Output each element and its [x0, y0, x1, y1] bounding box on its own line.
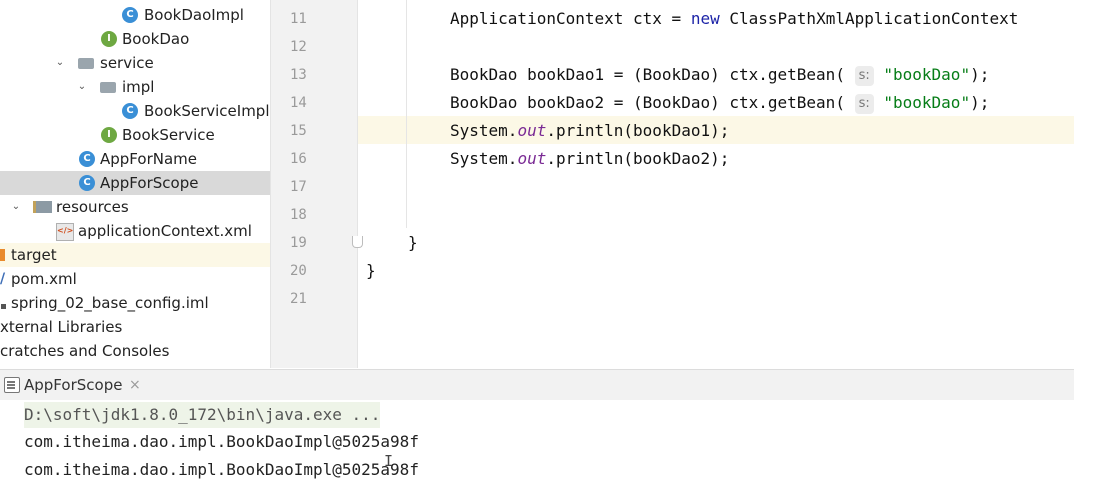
tree-item-label: BookServiceImpl: [144, 102, 270, 120]
console-output-line[interactable]: com.itheima.dao.impl.BookDaoImpl@5025a98…: [24, 457, 419, 483]
line-number: 21: [290, 291, 307, 307]
tree-item-label: impl: [122, 78, 155, 96]
tree-item-applicationcontext-xml[interactable]: </> applicationContext.xml: [0, 219, 270, 243]
static-field: out: [517, 121, 547, 140]
code-text: );: [970, 93, 990, 112]
tree-item-label: AppForName: [100, 150, 197, 168]
tree-item-external-libraries[interactable]: xternal Libraries: [0, 315, 270, 339]
tree-item-label: xternal Libraries: [0, 318, 123, 336]
chevron-down-icon[interactable]: ⌄: [10, 195, 22, 219]
tree-item-label: applicationContext.xml: [78, 222, 252, 240]
maven-icon: /: [0, 271, 6, 287]
code-text: BookDao bookDao1 = (BookDao) ctx.getBean…: [450, 65, 855, 84]
tree-item-label: BookService: [122, 126, 215, 144]
code-line-13[interactable]: BookDao bookDao1 = (BookDao) ctx.getBean…: [450, 61, 989, 89]
xml-file-icon: </>: [56, 223, 74, 241]
code-line-19[interactable]: }: [408, 229, 418, 257]
resources-folder-icon: [33, 201, 52, 213]
console-icon: [4, 377, 20, 393]
code-text: ApplicationContext ctx =: [450, 9, 691, 28]
chevron-down-icon[interactable]: ⌄: [76, 75, 88, 99]
tree-item-pom-xml[interactable]: / pom.xml: [0, 267, 270, 291]
tree-item-label: pom.xml: [11, 270, 77, 288]
text-cursor-icon: I: [384, 452, 394, 470]
tab-label: AppForScope: [24, 376, 123, 394]
runnable-class-icon: C: [79, 151, 95, 167]
line-number: 14: [290, 95, 307, 111]
console-output[interactable]: D:\soft\jdk1.8.0_172\bin\java.exe ... co…: [0, 400, 1074, 492]
interface-icon: I: [101, 31, 117, 47]
tree-item-label: BookDao: [122, 30, 190, 48]
tree-item-label: service: [100, 54, 154, 72]
tree-item-iml[interactable]: spring_02_base_config.iml: [0, 291, 270, 315]
fold-icon[interactable]: [352, 236, 363, 248]
tree-item-label: resources: [56, 198, 129, 216]
folder-icon: [78, 58, 94, 69]
class-icon: C: [122, 103, 138, 119]
string-literal: "bookDao": [883, 65, 971, 84]
tree-item-bookservice[interactable]: I BookService: [0, 123, 270, 147]
code-text: );: [970, 65, 990, 84]
tree-item-service[interactable]: ⌄ service: [0, 51, 270, 75]
code-line-11[interactable]: ApplicationContext ctx = new ClassPathXm…: [450, 5, 1018, 33]
iml-file-icon: [1, 304, 6, 309]
runnable-class-icon: C: [79, 175, 95, 191]
code-line-15[interactable]: System.out.println(bookDao1);: [450, 117, 729, 145]
parameter-hint: s:: [854, 94, 874, 114]
code-line-20[interactable]: }: [366, 257, 376, 285]
indent-guide: [406, 0, 407, 228]
tree-item-label: BookDaoImpl: [144, 6, 244, 24]
project-tree: C BookDaoImpl I BookDao ⌄ service ⌄ impl…: [0, 0, 270, 368]
line-number: 11: [290, 11, 307, 27]
tree-item-scratches[interactable]: cratches and Consoles: [0, 339, 270, 363]
tree-item-label: spring_02_base_config.iml: [11, 294, 209, 312]
code-text: BookDao bookDao2 = (BookDao) ctx.getBean…: [450, 93, 855, 112]
code-text: ClassPathXmlApplicationContext: [719, 9, 1019, 28]
line-number: 16: [290, 151, 307, 167]
tree-item-resources[interactable]: ⌄ resources: [0, 195, 270, 219]
tree-item-appforname[interactable]: C AppForName: [0, 147, 270, 171]
target-folder-icon: [0, 249, 5, 261]
string-literal: "bookDao": [883, 93, 971, 112]
code-text: System.: [450, 149, 518, 168]
code-line-14[interactable]: BookDao bookDao2 = (BookDao) ctx.getBean…: [450, 89, 989, 117]
line-number: 19: [290, 235, 307, 251]
line-number: 15: [290, 123, 307, 139]
code-text: System.: [450, 121, 518, 140]
tree-item-label: cratches and Consoles: [0, 342, 170, 360]
line-number: 18: [290, 207, 307, 223]
tree-splitter[interactable]: [270, 0, 284, 368]
console-output-line[interactable]: com.itheima.dao.impl.BookDaoImpl@5025a98…: [24, 429, 419, 455]
chevron-down-icon[interactable]: ⌄: [54, 51, 66, 75]
code-line-16[interactable]: System.out.println(bookDao2);: [450, 145, 729, 173]
interface-icon: I: [101, 127, 117, 143]
line-number: 13: [290, 67, 307, 83]
tree-item-bookserviceimpl[interactable]: C BookServiceImpl: [0, 99, 270, 123]
static-field: out: [517, 149, 547, 168]
code-text: .println(bookDao2);: [546, 149, 730, 168]
window-edge: [1074, 0, 1097, 492]
tree-item-impl[interactable]: ⌄ impl: [0, 75, 270, 99]
parameter-hint: s:: [854, 66, 874, 86]
tree-item-bookdao[interactable]: I BookDao: [0, 27, 270, 51]
tree-item-appforscope[interactable]: C AppForScope: [0, 171, 270, 195]
class-icon: C: [122, 7, 138, 23]
code-editor[interactable]: [358, 0, 1074, 368]
console-command-line[interactable]: D:\soft\jdk1.8.0_172\bin\java.exe ...: [24, 402, 381, 428]
code-text: .println(bookDao1);: [546, 121, 730, 140]
line-number: 12: [290, 39, 307, 55]
tree-item-target[interactable]: target: [0, 243, 270, 267]
tab-appforscope[interactable]: AppForScope ×: [0, 370, 141, 400]
tree-item-bookdaoimpl[interactable]: C BookDaoImpl: [0, 3, 270, 27]
line-number: 20: [290, 263, 307, 279]
tree-item-label: AppForScope: [100, 174, 199, 192]
tree-item-label: target: [11, 246, 57, 264]
keyword-new: new: [690, 9, 720, 28]
line-number: 17: [290, 179, 307, 195]
folder-icon: [100, 82, 116, 93]
close-icon[interactable]: ×: [129, 370, 141, 400]
run-tool-window-tabs: AppForScope ×: [0, 369, 1074, 400]
